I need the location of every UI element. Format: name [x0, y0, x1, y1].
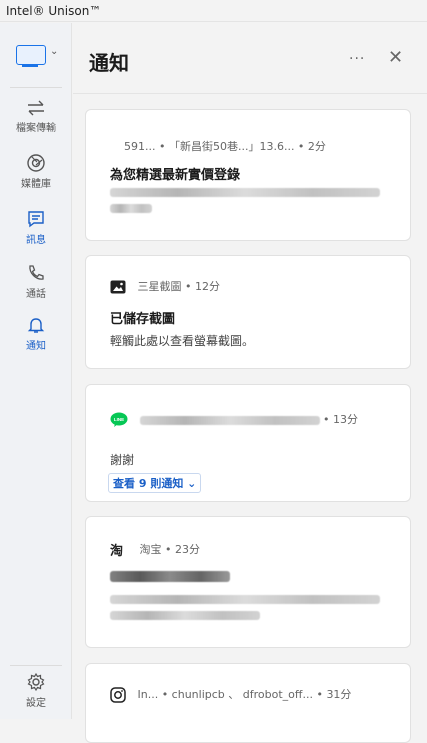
- notification-app-name: 淘宝: [139, 543, 162, 556]
- notification-sender-blurred: [139, 415, 320, 425]
- transfer-icon: [28, 100, 44, 116]
- divider: [10, 87, 62, 88]
- close-button[interactable]: ✕: [388, 47, 403, 68]
- notification-time: 12分: [195, 280, 220, 293]
- notification-time: 13分: [333, 413, 358, 426]
- svg-text:淘: 淘: [110, 543, 123, 557]
- line-icon-label: LINE: [114, 417, 124, 422]
- notification-card[interactable]: 三星截圖 • 12分 已儲存截圖 輕觸此處以查看螢幕截圖。: [85, 255, 411, 369]
- message-icon: [28, 211, 44, 228]
- divider: [73, 93, 427, 94]
- sidebar-item-label: 訊息: [26, 235, 46, 246]
- view-more-label: 查看 9 則通知: [113, 477, 184, 490]
- sidebar: ⌄ 檔案傳輸 媒體庫 訊息 通話 通知 設定: [0, 23, 72, 719]
- instagram-icon: [110, 687, 126, 703]
- page-title: 通知: [89, 51, 129, 75]
- notification-card[interactable]: 淘 淘宝 • 23分: [85, 516, 411, 648]
- notification-title: 已儲存截圖: [110, 312, 176, 327]
- notification-body: 謝謝: [110, 453, 135, 467]
- settings-label: 設定: [26, 698, 46, 709]
- notification-time: 23分: [175, 543, 200, 556]
- screenshot-icon: [110, 280, 126, 294]
- gear-icon: [27, 672, 45, 692]
- notification-body-blurred: [110, 593, 380, 623]
- sidebar-item-gallery[interactable]: 媒體庫: [0, 153, 72, 190]
- notification-title: 為您精選最新實價登錄: [110, 168, 241, 183]
- notification-body: 輕觸此處以查看螢幕截圖。: [110, 334, 255, 348]
- more-options-button[interactable]: ···: [349, 51, 365, 67]
- notification-card[interactable]: 591... • 「新昌街50巷...」13.6... • 2分 為您精選最新實…: [85, 109, 411, 241]
- notification-card[interactable]: LINE • 13分 謝謝 查看 9 則通知 ⌄: [85, 384, 411, 502]
- notification-header: 淘 淘宝 • 23分: [110, 543, 200, 557]
- view-more-notifications-button[interactable]: 查看 9 則通知 ⌄: [108, 473, 202, 493]
- notification-header: 三星截圖 • 12分: [110, 278, 220, 294]
- settings-button[interactable]: 設定: [0, 672, 72, 709]
- notification-title-blurred: [110, 571, 230, 586]
- device-screen-icon: [16, 45, 46, 65]
- sidebar-item-label: 檔案傳輸: [16, 123, 56, 134]
- gallery-icon: [27, 154, 45, 172]
- notification-meta: In... • chunlipcb 、 dfrobot_off... • 31分: [137, 688, 352, 701]
- notification-header: LINE • 13分: [110, 411, 358, 428]
- chevron-down-icon: ⌄: [187, 477, 197, 490]
- sidebar-item-messages[interactable]: 訊息: [0, 209, 72, 246]
- notification-card[interactable]: In... • chunlipcb 、 dfrobot_off... • 31分: [85, 663, 411, 743]
- sidebar-item-notifications[interactable]: 通知: [0, 315, 72, 352]
- notifications-panel: 通知 ··· ✕ 591... • 「新昌街50巷...」13.6... • 2…: [73, 23, 427, 743]
- sidebar-item-file-transfer[interactable]: 檔案傳輸: [0, 99, 72, 134]
- divider: [10, 665, 62, 666]
- line-icon: LINE: [110, 412, 128, 427]
- bell-icon: [27, 318, 45, 333]
- notification-meta: 591... • 「新昌街50巷...」13.6... • 2分: [124, 140, 326, 153]
- notification-body-blurred: [110, 186, 380, 216]
- notification-app-name: 三星截圖: [137, 280, 182, 293]
- phone-icon: [29, 265, 44, 280]
- device-selector-button[interactable]: ⌄: [14, 39, 62, 71]
- taobao-icon: 淘: [110, 543, 123, 557]
- sidebar-item-label: 通話: [26, 289, 46, 300]
- sidebar-item-label: 媒體庫: [21, 179, 51, 190]
- notification-header: In... • chunlipcb 、 dfrobot_off... • 31分: [110, 686, 351, 703]
- sidebar-item-calls[interactable]: 通話: [0, 263, 72, 300]
- sidebar-item-label: 通知: [26, 341, 46, 352]
- window-title: Intel® Unison™: [0, 0, 427, 22]
- chevron-down-icon: ⌄: [50, 46, 59, 57]
